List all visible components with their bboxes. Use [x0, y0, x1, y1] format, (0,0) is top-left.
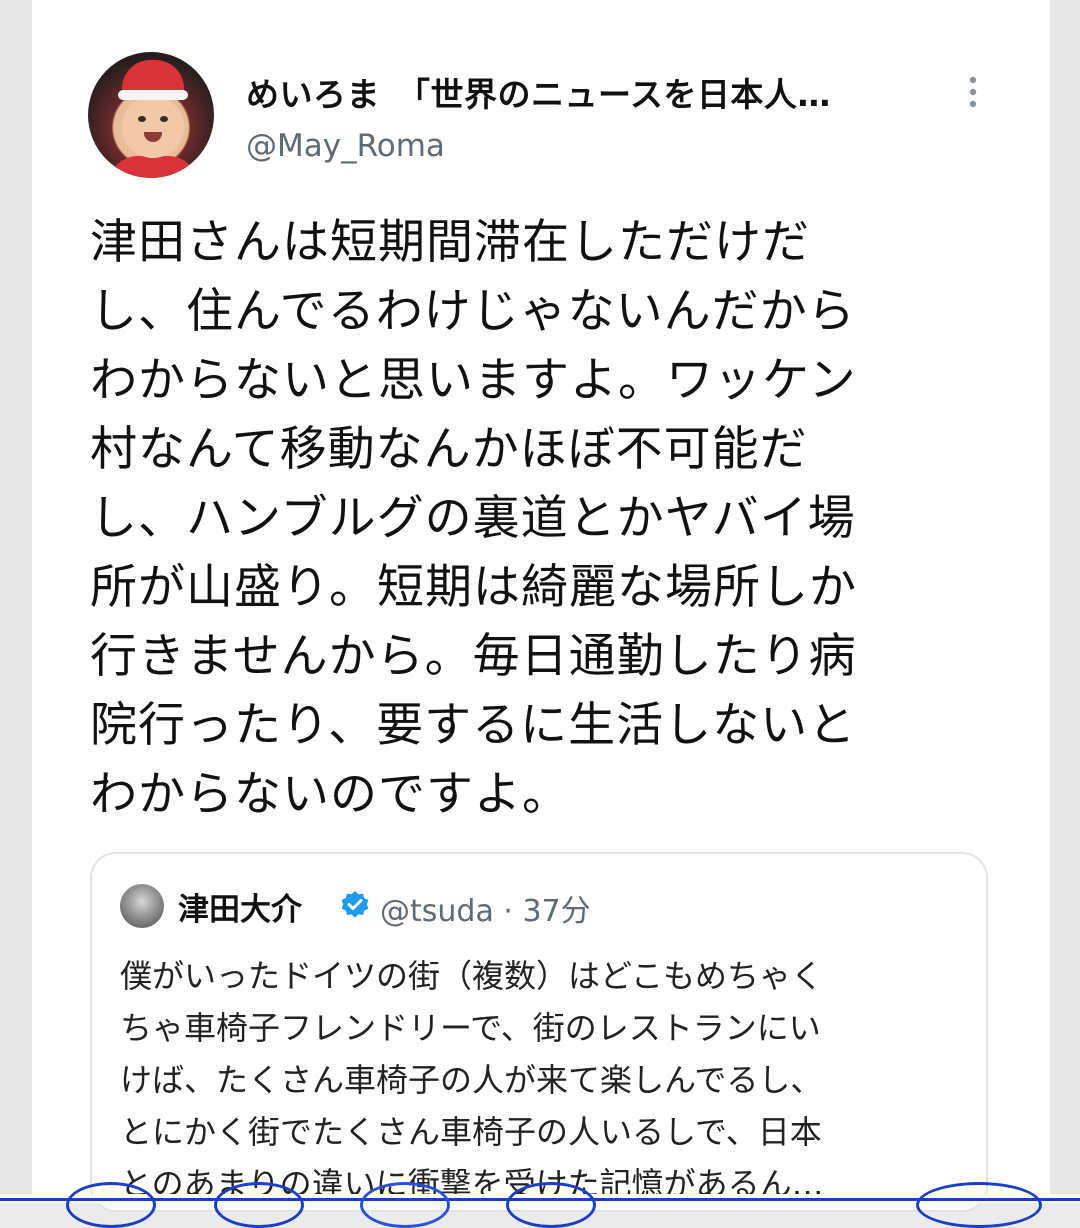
- bottom-button-edge[interactable]: [214, 1182, 304, 1228]
- quoted-display-name[interactable]: 津田大介: [178, 884, 302, 929]
- quoted-text-line: 僕がいったドイツの街（複数）はどこもめちゃく: [120, 957, 824, 995]
- quoted-handle-time: @tsuda · 37分: [380, 894, 591, 929]
- tweet-text-line: わからないと思いますよ。ワッケン: [90, 353, 857, 408]
- tweet-text-line: 村なんて移動なんかほぼ不可能だ: [90, 422, 808, 477]
- tweet-text-line: 所が山盛り。短期は綺麗な場所しか: [90, 560, 858, 615]
- tweet-text: 津田さんは短期間滞在しただけだ し、住んでるわけじゃないんだから わからないと思…: [90, 208, 970, 829]
- tweet-text-line: 行きませんから。毎日通勤したり病: [90, 629, 857, 684]
- tweet-text-line: 院行ったり、要するに生活しないと: [90, 698, 857, 753]
- tweet-text-line: し、ハンブルグの裏道とかヤバイ場: [90, 491, 856, 546]
- bottom-button-edge[interactable]: [916, 1182, 1042, 1228]
- quoted-avatar[interactable]: [120, 884, 164, 928]
- more-vertical-icon[interactable]: [962, 74, 984, 110]
- profile-avatar[interactable]: [88, 52, 214, 178]
- avatar-face: [122, 96, 184, 158]
- bottom-button-edge[interactable]: [506, 1182, 596, 1228]
- user-handle[interactable]: @May_Roma: [246, 128, 445, 164]
- tweet-text-line: し、住んでるわけじゃないんだから: [90, 284, 856, 339]
- avatar-eye-right: [160, 116, 168, 122]
- quoted-text-line: とにかく街でたくさん車椅子の人いるしで、日本: [120, 1113, 822, 1151]
- tweet-text-line: 津田さんは短期間滞在しただけだ: [90, 215, 810, 270]
- quoted-tweet-card[interactable]: 津田大介 @tsuda · 37分 僕がいったドイツの街（複数）はどこもめちゃく…: [90, 852, 988, 1212]
- bottom-button-edge[interactable]: [360, 1182, 450, 1228]
- display-name[interactable]: めいろま 「世界のニュースを日本人…: [246, 68, 831, 116]
- quoted-text-line: ちゃ車椅子フレンドリーで、街のレストランにい: [120, 1009, 821, 1047]
- quoted-text: 僕がいったドイツの街（複数）はどこもめちゃく ちゃ車椅子フレンドリーで、街のレス…: [120, 950, 970, 1210]
- quoted-text-line: けば、たくさん車椅子の人が来て楽しんでるし、: [120, 1061, 823, 1099]
- verified-badge-icon: [341, 891, 369, 918]
- bottom-button-edge[interactable]: [66, 1182, 156, 1228]
- avatar-hat-band: [118, 90, 188, 100]
- tweet-text-line: わからないのですよ。: [90, 767, 570, 822]
- avatar-eye-left: [138, 116, 146, 122]
- avatar-shirt: [108, 156, 198, 178]
